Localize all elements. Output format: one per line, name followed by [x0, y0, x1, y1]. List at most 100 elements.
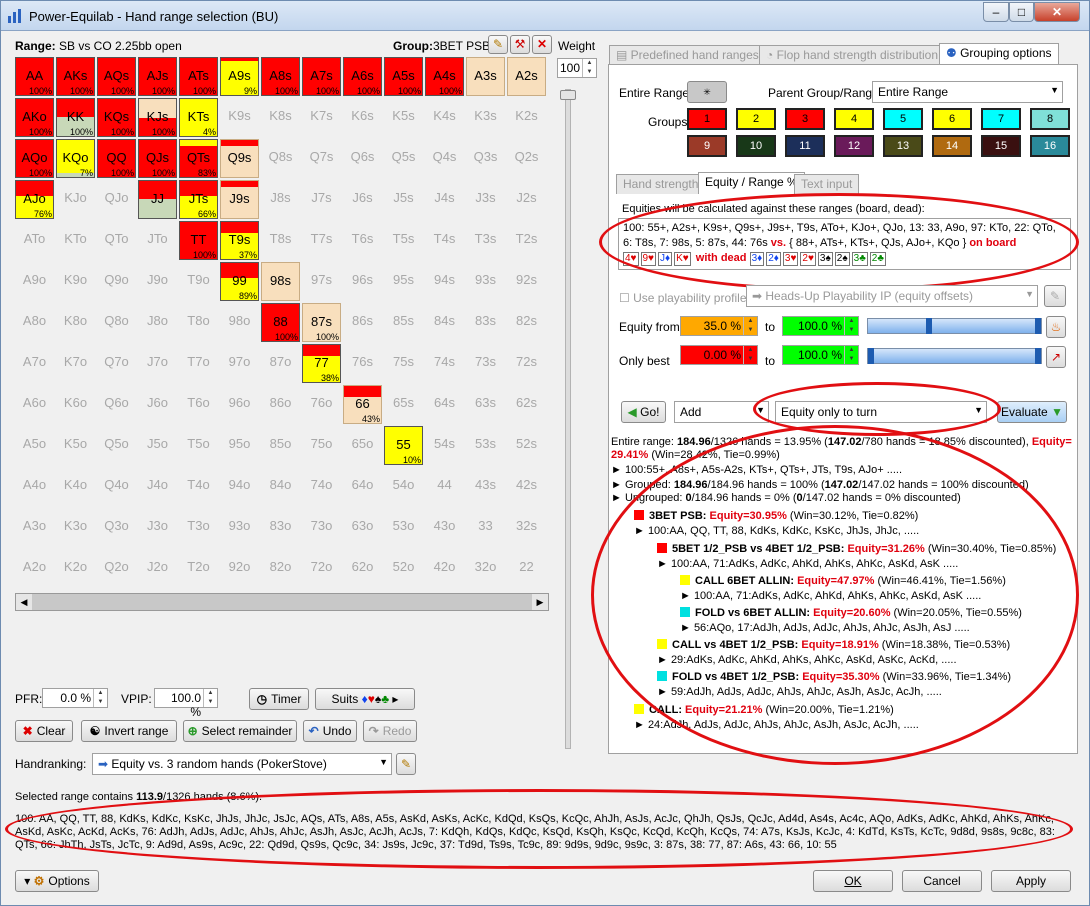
hand-cell-33[interactable]: 33	[466, 508, 505, 547]
hand-cell-AKo[interactable]: 100% AKo	[15, 98, 54, 137]
hand-cell-J9s[interactable]: J9s	[220, 180, 259, 219]
hand-cell-T6o[interactable]: T6o	[179, 385, 218, 424]
invert-range-button[interactable]: ☯ Invert range	[81, 720, 177, 742]
hand-cell-66[interactable]: 43% 66	[343, 385, 382, 424]
hand-cell-J8o[interactable]: J8o	[138, 303, 177, 342]
hand-cell-J7s[interactable]: J7s	[302, 180, 341, 219]
hand-cell-KQs[interactable]: 100% KQs	[97, 98, 136, 137]
hand-cell-55[interactable]: 10% 55	[384, 426, 423, 465]
hand-cell-J8s[interactable]: J8s	[261, 180, 300, 219]
hand-cell-74o[interactable]: 74o	[302, 467, 341, 506]
hand-cell-Q8s[interactable]: Q8s	[261, 139, 300, 178]
hand-cell-K8s[interactable]: K8s	[261, 98, 300, 137]
only-best-to-spinner[interactable]: 100.0 % ▲ ▼	[782, 345, 859, 365]
hand-cell-75o[interactable]: 75o	[302, 426, 341, 465]
hand-cell-99[interactable]: 89% 99	[220, 262, 259, 301]
hand-cell-T6s[interactable]: T6s	[343, 221, 382, 260]
select-remainder-button[interactable]: ⊕ Select remainder	[183, 720, 297, 742]
hand-cell-Q7o[interactable]: Q7o	[97, 344, 136, 383]
hand-cell-Q2s[interactable]: Q2s	[507, 139, 546, 178]
hand-cell-J5s[interactable]: J5s	[384, 180, 423, 219]
hand-cell-J6o[interactable]: J6o	[138, 385, 177, 424]
subtab-text-input[interactable]: Text input	[794, 174, 860, 194]
equity-range-slider[interactable]	[867, 318, 1042, 334]
hand-cell-Q8o[interactable]: Q8o	[97, 303, 136, 342]
hand-cell-QTs[interactable]: 83% QTs	[179, 139, 218, 178]
hand-cell-85o[interactable]: 85o	[261, 426, 300, 465]
minimize-button[interactable]: –	[983, 2, 1009, 22]
hand-cell-J4s[interactable]: J4s	[425, 180, 464, 219]
hand-cell-93o[interactable]: 93o	[220, 508, 259, 547]
hand-cell-43s[interactable]: 43s	[466, 467, 505, 506]
hand-cell-J2o[interactable]: J2o	[138, 549, 177, 588]
hand-cell-A2o[interactable]: A2o	[15, 549, 54, 588]
hand-cell-J6s[interactable]: J6s	[343, 180, 382, 219]
hand-cell-75s[interactable]: 75s	[384, 344, 423, 383]
hand-cell-82s[interactable]: 82s	[507, 303, 546, 342]
redo-button[interactable]: ↷ Redo	[363, 720, 417, 742]
only-best-chart-button[interactable]: ↗	[1046, 346, 1066, 368]
tab-grouping-options[interactable]: ⚉ Grouping options	[939, 43, 1059, 65]
go-button[interactable]: ◀ Go!	[621, 401, 666, 423]
hand-cell-86o[interactable]: 86o	[261, 385, 300, 424]
hand-cell-85s[interactable]: 85s	[384, 303, 423, 342]
tab-predefined-hand-ranges[interactable]: ▤ Predefined hand ranges	[609, 45, 766, 65]
hand-cell-87o[interactable]: 87o	[261, 344, 300, 383]
hand-cell-32o[interactable]: 32o	[466, 549, 505, 588]
hand-cell-KK[interactable]: 100% KK	[56, 98, 95, 137]
hand-cell-76o[interactable]: 76o	[302, 385, 341, 424]
weight-spinner[interactable]: 100 ▲ ▼	[557, 58, 597, 78]
group-button-16[interactable]: 16	[1030, 135, 1070, 157]
hand-cell-64s[interactable]: 64s	[425, 385, 464, 424]
hand-cell-82o[interactable]: 82o	[261, 549, 300, 588]
hand-cell-J3s[interactable]: J3s	[466, 180, 505, 219]
group-button-14[interactable]: 14	[932, 135, 972, 157]
hand-cell-43o[interactable]: 43o	[425, 508, 464, 547]
apply-button[interactable]: Apply	[991, 870, 1071, 892]
hand-cell-Q9s[interactable]: Q9s	[220, 139, 259, 178]
timer-button[interactable]: ◷ Timer	[249, 688, 309, 710]
hand-cell-84o[interactable]: 84o	[261, 467, 300, 506]
hand-cell-32s[interactable]: 32s	[507, 508, 546, 547]
hand-cell-AQs[interactable]: 100% AQs	[97, 57, 136, 96]
slider-thumb-high[interactable]	[1035, 318, 1041, 334]
hand-cell-QTo[interactable]: QTo	[97, 221, 136, 260]
hand-cell-AJo[interactable]: 76% AJo	[15, 180, 54, 219]
hand-cell-J7o[interactable]: J7o	[138, 344, 177, 383]
hand-cell-A3o[interactable]: A3o	[15, 508, 54, 547]
group-button-5[interactable]: 5	[883, 108, 923, 130]
hand-cell-83s[interactable]: 83s	[466, 303, 505, 342]
hand-cell-94s[interactable]: 94s	[425, 262, 464, 301]
group-button-7[interactable]: 7	[981, 108, 1021, 130]
hand-cell-K2s[interactable]: K2s	[507, 98, 546, 137]
hand-cell-72o[interactable]: 72o	[302, 549, 341, 588]
hand-cell-Q6o[interactable]: Q6o	[97, 385, 136, 424]
hand-cell-JJ[interactable]: JJ	[138, 180, 177, 219]
only-best-slider[interactable]	[867, 348, 1042, 364]
hand-cell-A4o[interactable]: A4o	[15, 467, 54, 506]
equity-to-spinner[interactable]: 100.0 % ▲ ▼	[782, 316, 859, 336]
parent-group-dropdown[interactable]: Entire Range ▼	[872, 81, 1063, 103]
entire-range-swatch[interactable]: ✳	[687, 81, 727, 103]
hand-cell-A9s[interactable]: 9% A9s	[220, 57, 259, 96]
hand-cell-K7s[interactable]: K7s	[302, 98, 341, 137]
only-best-spinner[interactable]: 0.00 % ▲ ▼	[680, 345, 758, 365]
group-button-13[interactable]: 13	[883, 135, 923, 157]
hand-cell-K4o[interactable]: K4o	[56, 467, 95, 506]
hand-cell-63s[interactable]: 63s	[466, 385, 505, 424]
hand-cell-Q5s[interactable]: Q5s	[384, 139, 423, 178]
hand-cell-77[interactable]: 38% 77	[302, 344, 341, 383]
hand-cell-94o[interactable]: 94o	[220, 467, 259, 506]
scroll-right-icon[interactable]: ▶	[532, 594, 548, 610]
hand-cell-J9o[interactable]: J9o	[138, 262, 177, 301]
hand-cell-K4s[interactable]: K4s	[425, 98, 464, 137]
hand-cell-T2s[interactable]: T2s	[507, 221, 546, 260]
hand-cell-JTs[interactable]: 66% JTs	[179, 180, 218, 219]
hand-cell-T9o[interactable]: T9o	[179, 262, 218, 301]
hand-cell-52s[interactable]: 52s	[507, 426, 546, 465]
hand-cell-53o[interactable]: 53o	[384, 508, 423, 547]
group-button-11[interactable]: 11	[785, 135, 825, 157]
hand-cell-K6s[interactable]: K6s	[343, 98, 382, 137]
hand-cell-95s[interactable]: 95s	[384, 262, 423, 301]
hand-cell-42o[interactable]: 42o	[425, 549, 464, 588]
